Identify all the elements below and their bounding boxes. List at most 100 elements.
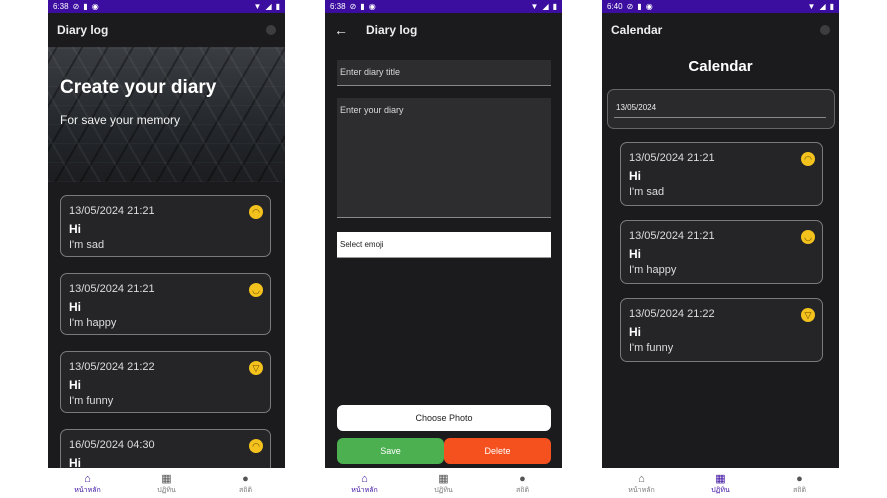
back-arrow-icon[interactable]: ← <box>334 22 348 38</box>
entry-body: I'm happy <box>629 264 677 276</box>
nav-home-label: หน้าหลัก <box>628 487 655 494</box>
diary-content-placeholder: Enter your diary <box>340 105 404 115</box>
nav-calendar-label: ปฏิทิน <box>157 487 176 494</box>
app-notification-icon: ◉ <box>368 2 376 11</box>
wifi-icon: ▼ <box>807 2 816 11</box>
sad-face-icon: ◠ <box>249 205 263 219</box>
entry-time: 13/05/2024 21:21 <box>629 230 715 242</box>
entry-body: I'm happy <box>69 317 117 329</box>
nav-home[interactable]: ⌂ หน้าหลัก <box>58 473 118 496</box>
status-bar: 6:38 ⊘ ▮ ◉ ▼ ◢ ▮ <box>48 0 285 13</box>
profile-avatar-icon[interactable] <box>820 25 830 35</box>
sim-icon: ▮ <box>637 2 642 11</box>
entry-body: I'm funny <box>69 395 114 407</box>
nav-home[interactable]: ⌂ หน้าหลัก <box>335 473 395 496</box>
status-time: 6:38 <box>53 2 69 11</box>
laugh-face-icon: ▽ <box>801 308 815 322</box>
sad-face-icon: ◠ <box>801 152 815 166</box>
signal-icon: ◢ <box>542 2 549 11</box>
entry-time: 13/05/2024 21:22 <box>629 308 715 320</box>
hero-banner: Create your diary For save your memory <box>48 47 285 182</box>
home-screen: 6:38 ⊘ ▮ ◉ ▼ ◢ ▮ Diary log Create your d… <box>48 0 285 498</box>
entry-time: 13/05/2024 21:22 <box>69 361 155 373</box>
nav-home-label: หน้าหลัก <box>351 487 378 494</box>
bottom-navigation: ⌂ หน้าหลัก ▦ ปฏิทิน ● สถิติ <box>48 468 285 498</box>
diary-entry-card[interactable]: 13/05/2024 21:22 Hi I'm funny ▽ <box>60 351 271 413</box>
entry-time: 13/05/2024 21:21 <box>69 205 155 217</box>
save-button[interactable]: Save <box>337 438 444 464</box>
app-bar: ← Diary log <box>325 13 562 47</box>
status-bar: 6:38 ⊘ ▮ ◉ ▼ ◢ ▮ <box>325 0 562 13</box>
nav-home-label: หน้าหลัก <box>74 487 101 494</box>
status-time: 6:38 <box>330 2 346 11</box>
entry-body: I'm sad <box>629 186 665 198</box>
status-time: 6:40 <box>607 2 623 11</box>
entry-title: Hi <box>69 222 81 236</box>
nav-calendar-label: ปฏิทิน <box>711 487 730 494</box>
nav-stats[interactable]: ● สถิติ <box>770 473 830 496</box>
calendar-icon: ▦ <box>161 473 172 485</box>
calendar-screen: 6:40 ⊘ ▮ ◉ ▼ ◢ ▮ Calendar Calendar 13/05… <box>602 0 839 498</box>
diary-entry-card[interactable]: 13/05/2024 21:21 Hi I'm sad ◠ <box>620 142 823 206</box>
selected-date: 13/05/2024 <box>616 103 657 112</box>
home-icon: ⌂ <box>84 473 91 485</box>
signal-icon: ◢ <box>819 2 826 11</box>
diary-content-input[interactable]: Enter your diary <box>337 98 551 218</box>
app-title: Diary log <box>57 23 109 37</box>
entry-body: I'm sad <box>69 239 105 251</box>
entry-body: I'm funny <box>629 342 674 354</box>
nav-home[interactable]: ⌂ หน้าหลัก <box>612 473 672 496</box>
battery-icon: ▮ <box>829 2 834 11</box>
diary-entry-card[interactable]: 13/05/2024 21:21 Hi I'm sad ◠ <box>60 195 271 257</box>
app-notification-icon: ◉ <box>91 2 99 11</box>
battery-icon: ▮ <box>275 2 280 11</box>
wifi-icon: ▼ <box>253 2 262 11</box>
diary-title-placeholder: Enter diary title <box>340 67 401 77</box>
smile-face-icon: ◡ <box>801 230 815 244</box>
save-label: Save <box>380 446 401 456</box>
entry-title: Hi <box>629 325 641 339</box>
choose-photo-button[interactable]: Choose Photo <box>337 405 551 431</box>
sim-icon: ▮ <box>360 2 365 11</box>
app-notification-icon: ◉ <box>645 2 653 11</box>
hero-title: Create your diary <box>60 77 217 98</box>
nav-stats[interactable]: ● สถิติ <box>493 473 553 496</box>
laugh-face-icon: ▽ <box>249 361 263 375</box>
delete-label: Delete <box>484 446 511 456</box>
app-title: Calendar <box>611 23 663 37</box>
status-bar: 6:40 ⊘ ▮ ◉ ▼ ◢ ▮ <box>602 0 839 13</box>
bottom-navigation: ⌂ หน้าหลัก ▦ ปฏิทิน ● สถิติ <box>325 468 562 498</box>
diary-entry-card[interactable]: 13/05/2024 21:22 Hi I'm funny ▽ <box>620 298 823 362</box>
emoji-select[interactable]: Select emoji <box>337 232 551 258</box>
diary-entry-card[interactable]: 13/05/2024 21:21 Hi I'm happy ◡ <box>620 220 823 284</box>
entry-time: 13/05/2024 21:21 <box>69 283 155 295</box>
battery-icon: ▮ <box>552 2 557 11</box>
diary-editor-screen: 6:38 ⊘ ▮ ◉ ▼ ◢ ▮ ← Diary log Enter diary… <box>325 0 562 498</box>
nav-calendar-label: ปฏิทิน <box>434 487 453 494</box>
nav-stats-label: สถิติ <box>515 487 530 494</box>
sad-face-icon: ◠ <box>249 439 263 453</box>
calendar-icon: ▦ <box>438 473 449 485</box>
nav-calendar[interactable]: ▦ ปฏิทิน <box>691 473 751 496</box>
diary-entry-card[interactable]: 13/05/2024 21:21 Hi I'm happy ◡ <box>60 273 271 335</box>
bottom-navigation: ⌂ หน้าหลัก ▦ ปฏิทิน ● สถิติ <box>602 468 839 498</box>
diary-title-input[interactable]: Enter diary title <box>337 60 551 86</box>
sim-icon: ▮ <box>83 2 88 11</box>
hero-subtitle: For save your memory <box>60 113 181 127</box>
nav-calendar[interactable]: ▦ ปฏิทิน <box>137 473 197 496</box>
calendar-heading: Calendar <box>688 58 753 75</box>
nav-calendar[interactable]: ▦ ปฏิทิน <box>414 473 474 496</box>
entry-title: Hi <box>629 169 641 183</box>
entry-title: Hi <box>69 300 81 314</box>
delete-button[interactable]: Delete <box>444 438 551 464</box>
nav-stats[interactable]: ● สถิติ <box>216 473 276 496</box>
wifi-icon: ▼ <box>530 2 539 11</box>
signal-icon: ◢ <box>265 2 272 11</box>
home-icon: ⌂ <box>361 473 368 485</box>
app-bar: Calendar <box>602 13 839 47</box>
entry-title: Hi <box>629 247 641 261</box>
choose-photo-label: Choose Photo <box>415 413 473 423</box>
date-picker-field[interactable]: 13/05/2024 <box>607 89 835 129</box>
profile-avatar-icon[interactable] <box>266 25 276 35</box>
calendar-icon: ▦ <box>715 473 726 485</box>
